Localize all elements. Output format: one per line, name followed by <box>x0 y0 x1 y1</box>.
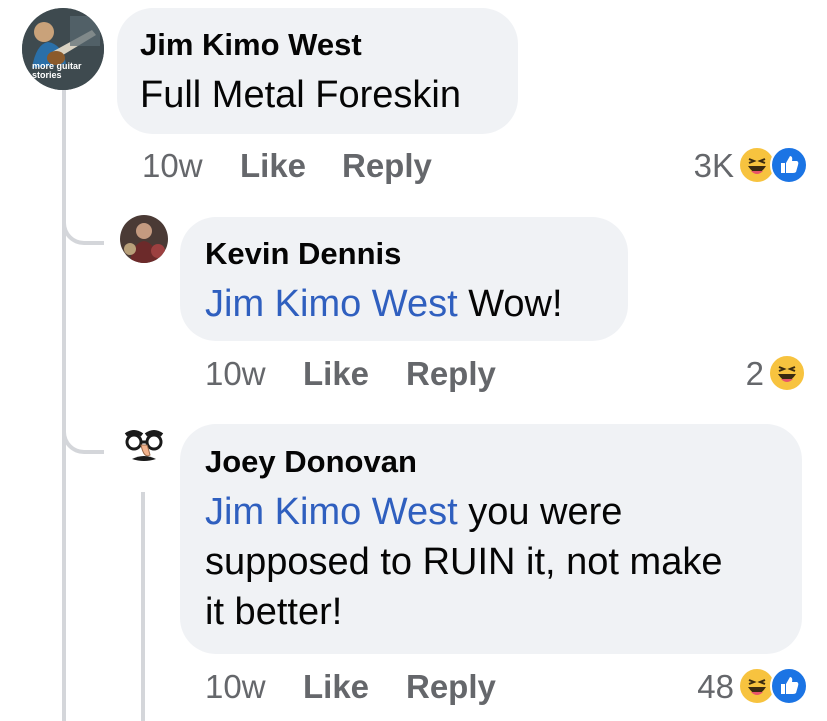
comment-line-3: it better! <box>205 591 343 633</box>
comment-author-3[interactable]: Joey Donovan <box>205 444 417 480</box>
comment-text-1: Full Metal Foreskin <box>140 74 461 116</box>
thread-connector-reply-1 <box>62 195 104 245</box>
avatar-kevin-dennis[interactable] <box>120 215 168 263</box>
drummer-photo <box>120 215 168 263</box>
groucho-glasses-icon <box>124 430 164 461</box>
avatar-jim-kimo-west[interactable]: more guitar stories <box>22 8 104 90</box>
mention-jim-kimo-west[interactable]: Jim Kimo West <box>205 283 458 325</box>
like-button-1[interactable]: Like <box>240 147 306 185</box>
comment-time-3[interactable]: 10w <box>205 668 266 706</box>
comment-body-2: Wow! <box>457 283 563 325</box>
comment-author-2[interactable]: Kevin Dennis <box>205 236 401 272</box>
avatar-caption: more guitar stories <box>32 61 82 80</box>
comment-line-2: supposed to RUIN it, not make <box>205 541 723 583</box>
comment-line-1: Jim Kimo West you were <box>205 491 623 533</box>
reply-button-3[interactable]: Reply <box>406 668 496 706</box>
reaction-count-1[interactable]: 3K <box>672 147 734 185</box>
like-icon[interactable] <box>770 667 808 705</box>
comment-time-2[interactable]: 10w <box>205 355 266 393</box>
thread-line-nested <box>141 492 145 721</box>
like-icon[interactable] <box>770 146 808 184</box>
reaction-count-2[interactable]: 2 <box>700 355 764 393</box>
reply-button-2[interactable]: Reply <box>406 355 496 393</box>
like-button-2[interactable]: Like <box>303 355 369 393</box>
haha-icon[interactable] <box>768 354 806 392</box>
comment-text-3: Jim Kimo West you were supposed to RUIN … <box>205 487 722 637</box>
avatar-joey-donovan[interactable] <box>120 425 168 473</box>
like-button-3[interactable]: Like <box>303 668 369 706</box>
mention-jim-kimo-west[interactable]: Jim Kimo West <box>205 491 458 533</box>
thread-connector-reply-2 <box>62 400 104 454</box>
comment-author-1[interactable]: Jim Kimo West <box>140 27 362 63</box>
comment-time-1[interactable]: 10w <box>142 147 203 185</box>
reply-button-1[interactable]: Reply <box>342 147 432 185</box>
reaction-count-3[interactable]: 48 <box>670 668 734 706</box>
comment-text-2: Jim Kimo West Wow! <box>205 279 563 329</box>
